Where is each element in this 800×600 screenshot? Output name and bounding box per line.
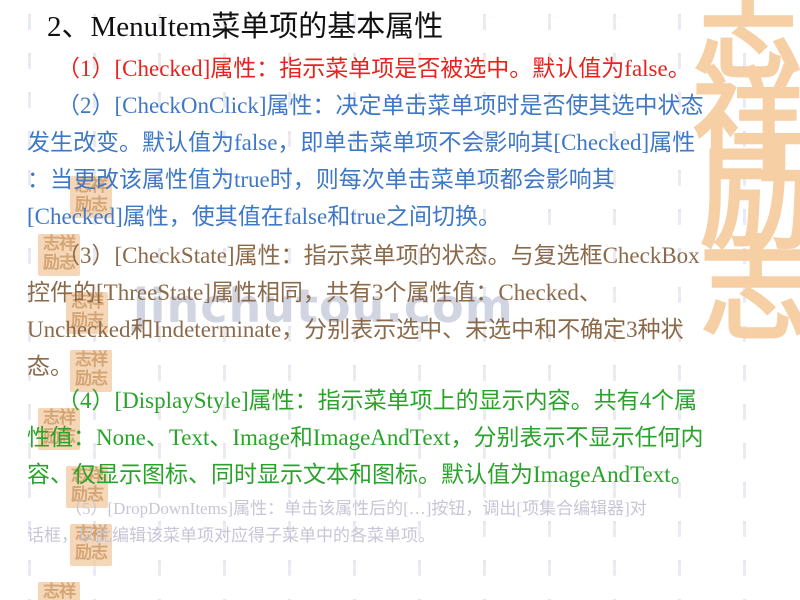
paragraph-2-line-1: （2）[CheckOnClick]属性：决定单击菜单项时是否使其选中状态 bbox=[57, 93, 704, 118]
paragraph-3-line-4: 态。 bbox=[27, 354, 73, 379]
paragraph-3-line-3: Unchecked和Indeterminate，分别表示选中、未选中和不确定3种… bbox=[27, 317, 684, 342]
paragraph-2-line-4: [Checked]属性，使其值在false和true之间切换。 bbox=[27, 204, 501, 229]
paragraph-1-line-1: （1）[Checked]属性：指示菜单项是否被选中。默认值为false。 bbox=[57, 56, 691, 81]
paragraph-4-line-1: （4）[DisplayStyle]属性：指示菜单项上的显示内容。共有4个属 bbox=[57, 388, 698, 413]
slide-content: 2、MenuItem菜单项的基本属性 （1）[Checked]属性：指示菜单项是… bbox=[0, 0, 800, 600]
page-title: 2、MenuItem菜单项的基本属性 bbox=[47, 11, 444, 43]
paragraph-3-line-2: 控件的[ThreeState]属性相同，共有3个属性值：Checked、 bbox=[27, 280, 602, 305]
paragraph-2-line-3: ：当更改该属性值为true时，则每次单击菜单项都会影响其 bbox=[27, 167, 615, 192]
paragraph-5-line-1: （5）[DropDownItems]属性：单击该属性后的[…]按钮，调出[项集合… bbox=[65, 499, 647, 518]
slide-canvas: 志祥励志志祥励志志祥励志志祥励志志祥励志志祥励志志祥励志志祥励志 志祥 励志 j… bbox=[0, 0, 800, 600]
paragraph-4-line-2: 性值：None、Text、Image和ImageAndText，分别表示不显示任… bbox=[27, 425, 704, 450]
paragraph-5-line-2: 话框，以此编辑该菜单项对应得子菜单中的各菜单项。 bbox=[27, 526, 435, 545]
paragraph-3-line-1: （3）[CheckState]属性：指示菜单项的状态。与复选框CheckBox bbox=[57, 243, 700, 268]
paragraph-2-line-2: 发生改变。默认值为false，即单击菜单项不会影响其[Checked]属性 bbox=[27, 130, 696, 155]
paragraph-4-line-3: 容、仅显示图标、同时显示文本和图标。默认值为ImageAndText。 bbox=[27, 462, 694, 487]
